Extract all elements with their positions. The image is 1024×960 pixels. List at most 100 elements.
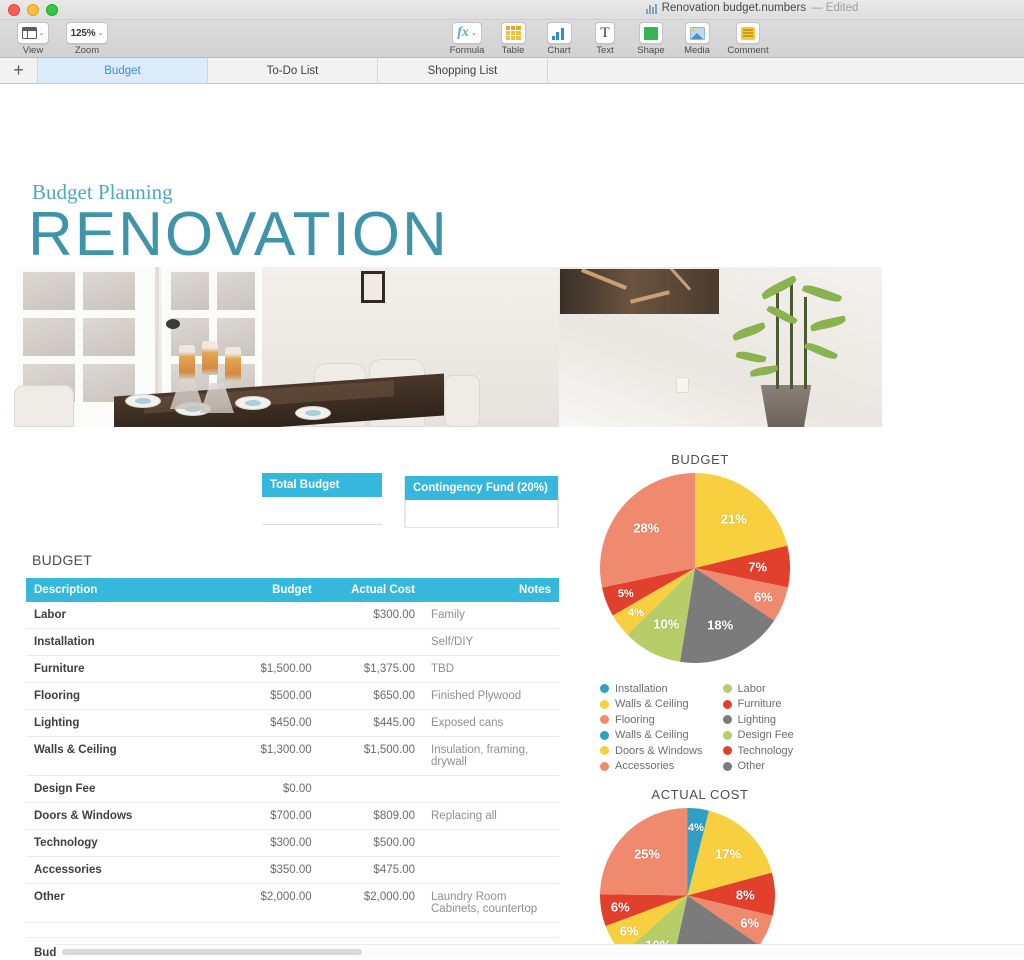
horizontal-scrollbar-thumb[interactable] xyxy=(62,949,362,955)
cell-notes[interactable]: Self/DIY xyxy=(423,628,559,656)
table-button-face[interactable] xyxy=(500,22,526,44)
cell-budget[interactable]: $1,500.00 xyxy=(216,655,320,683)
cell-description[interactable]: Furniture xyxy=(26,655,217,683)
cell-actual-cost[interactable]: $500.00 xyxy=(319,829,423,857)
view-button[interactable]: ⌄ View xyxy=(10,22,56,56)
cell-notes[interactable]: Finished Plywood xyxy=(423,682,559,710)
cell-description[interactable]: Doors & Windows xyxy=(26,802,217,830)
budget-pie-chart[interactable]: BUDGET 21% 7% 6% 18% 10% 4% 5% 28% xyxy=(600,452,800,663)
cell-notes[interactable]: Laundry Room Cabinets, countertop xyxy=(423,883,559,923)
cell-description[interactable]: Accessories xyxy=(26,856,217,884)
sheet-tab-shopping-list[interactable]: Shopping List xyxy=(378,58,548,83)
shape-button[interactable]: Shape xyxy=(628,22,674,56)
cell-actual-cost[interactable]: $445.00 xyxy=(319,709,423,737)
table-row[interactable]: Installation Self/DIY xyxy=(26,628,559,656)
cell-budget[interactable]: $450.00 xyxy=(216,709,320,737)
cell-description[interactable]: Design Fee xyxy=(26,775,217,803)
table-row[interactable]: Walls & Ceiling $1,300.00 $1,500.00 Insulat… xyxy=(26,736,559,776)
table-button[interactable]: Table xyxy=(490,22,536,56)
budget-table[interactable]: Description Budget Actual Cost Notes Lab… xyxy=(26,578,559,958)
table-row[interactable]: Labor $300.00 Family xyxy=(26,602,559,629)
shape-button-face[interactable] xyxy=(639,22,663,44)
table-row[interactable]: Design Fee $0.00 xyxy=(26,775,559,803)
sheet-tab-budget[interactable]: Budget xyxy=(38,58,208,83)
formula-button-face[interactable]: fx ⌄ xyxy=(452,22,482,44)
table-row[interactable]: Accessories $350.00 $475.00 xyxy=(26,856,559,884)
cell-actual-cost[interactable]: $1,375.00 xyxy=(319,655,423,683)
comment-button[interactable]: Comment xyxy=(720,22,776,56)
cell-actual-cost[interactable] xyxy=(319,775,423,803)
cell-budget[interactable]: $1,300.00 xyxy=(216,736,320,776)
view-button-face[interactable]: ⌄ xyxy=(16,22,50,44)
cell-budget[interactable] xyxy=(216,602,320,629)
cell-description[interactable]: Walls & Ceiling xyxy=(26,736,217,776)
actual-cost-pie-graphic[interactable]: 4%17%8%6%19%10%6%6%25% xyxy=(600,808,775,958)
table-row[interactable]: Flooring $500.00 $650.00 Finished Plywood xyxy=(26,682,559,710)
cell-actual-cost[interactable]: $809.00 xyxy=(319,802,423,830)
text-button-face[interactable]: T xyxy=(595,22,615,44)
cell-actual-cost[interactable]: $300.00 xyxy=(319,602,423,629)
hero-image[interactable] xyxy=(14,267,882,427)
cell-description[interactable]: Flooring xyxy=(26,682,217,710)
add-sheet-button[interactable]: + xyxy=(0,58,38,83)
chart-button[interactable]: Chart xyxy=(536,22,582,56)
cell-notes[interactable] xyxy=(423,829,559,857)
horizontal-scrollbar[interactable] xyxy=(56,944,1024,958)
total-budget-box[interactable]: Total Budget xyxy=(262,473,382,525)
table-row[interactable]: Lighting $450.00 $445.00 Exposed cans xyxy=(26,709,559,737)
cell-description[interactable]: Technology xyxy=(26,829,217,857)
cell-actual-cost[interactable] xyxy=(319,628,423,656)
cell-notes[interactable]: TBD xyxy=(423,655,559,683)
cell-budget[interactable]: $700.00 xyxy=(216,802,320,830)
total-budget-label: Total Budget xyxy=(262,473,382,497)
cell-notes[interactable]: Insulation, framing, drywall xyxy=(423,736,559,776)
cell-notes[interactable]: Family xyxy=(423,602,559,629)
text-button[interactable]: T Text xyxy=(582,22,628,56)
budget-pie-graphic[interactable]: 21% 7% 6% 18% 10% 4% 5% 28% xyxy=(600,473,790,663)
cell-description[interactable]: Installation xyxy=(26,628,217,656)
cell-notes[interactable] xyxy=(423,856,559,884)
cell-budget[interactable]: $350.00 xyxy=(216,856,320,884)
formula-button[interactable]: fx ⌄ Formula xyxy=(444,22,490,56)
contingency-fund-box[interactable]: Contingency Fund (20%) xyxy=(404,476,559,528)
cell-actual-cost[interactable]: $650.00 xyxy=(319,682,423,710)
cell-budget[interactable]: $2,000.00 xyxy=(216,883,320,923)
legend-item: Accessories xyxy=(600,759,713,775)
actual-cost-pie-chart[interactable]: ACTUAL COST 4%17%8%6%19%10%6%6%25% xyxy=(600,787,800,958)
sheet-tab-to-do-list[interactable]: To-Do List xyxy=(208,58,378,83)
cell-budget[interactable]: $300.00 xyxy=(216,829,320,857)
chevron-down-icon: ⌄ xyxy=(97,29,104,37)
contingency-fund-value[interactable] xyxy=(405,500,558,528)
document-title-text: Renovation budget.numbers xyxy=(661,2,807,14)
cell-description[interactable]: Labor xyxy=(26,602,217,629)
cell-budget[interactable]: $500.00 xyxy=(216,682,320,710)
cell-notes[interactable] xyxy=(423,775,559,803)
total-budget-value[interactable] xyxy=(262,497,382,525)
comment-button-face[interactable] xyxy=(736,22,760,44)
column-header-notes[interactable]: Notes xyxy=(423,578,559,602)
cell-description[interactable]: Other xyxy=(26,883,217,923)
table-row[interactable]: Other $2,000.00 $2,000.00 Laundry Room Cabi… xyxy=(26,883,559,923)
cell-notes[interactable]: Exposed cans xyxy=(423,709,559,737)
media-button[interactable]: Media xyxy=(674,22,720,56)
column-header-description[interactable]: Description xyxy=(26,578,217,602)
column-header-budget[interactable]: Budget xyxy=(216,578,320,602)
media-button-face[interactable] xyxy=(684,22,710,44)
cell-notes[interactable]: Replacing all xyxy=(423,802,559,830)
zoom-button-face[interactable]: 125% ⌄ xyxy=(65,22,109,44)
cell-description[interactable]: Lighting xyxy=(26,709,217,737)
table-row[interactable]: Technology $300.00 $500.00 xyxy=(26,829,559,857)
cell-budget[interactable] xyxy=(216,628,320,656)
spreadsheet-canvas[interactable]: Budget Planning RENOVATION Total Budget … xyxy=(0,84,1024,958)
table-row[interactable]: Furniture $1,500.00 $1,375.00 TBD xyxy=(26,655,559,683)
legend-label: Design Fee xyxy=(737,729,794,742)
cell-budget[interactable]: $0.00 xyxy=(216,775,320,803)
cell-actual-cost[interactable]: $1,500.00 xyxy=(319,736,423,776)
chart-button-face[interactable] xyxy=(546,22,572,44)
page-title[interactable]: RENOVATION xyxy=(28,204,449,266)
table-row[interactable]: Doors & Windows $700.00 $809.00 Replacing a… xyxy=(26,802,559,830)
column-header-actual-cost[interactable]: Actual Cost xyxy=(319,578,423,602)
zoom-button-control[interactable]: 125% ⌄ Zoom xyxy=(56,22,118,56)
cell-actual-cost[interactable]: $475.00 xyxy=(319,856,423,884)
cell-actual-cost[interactable]: $2,000.00 xyxy=(319,883,423,923)
